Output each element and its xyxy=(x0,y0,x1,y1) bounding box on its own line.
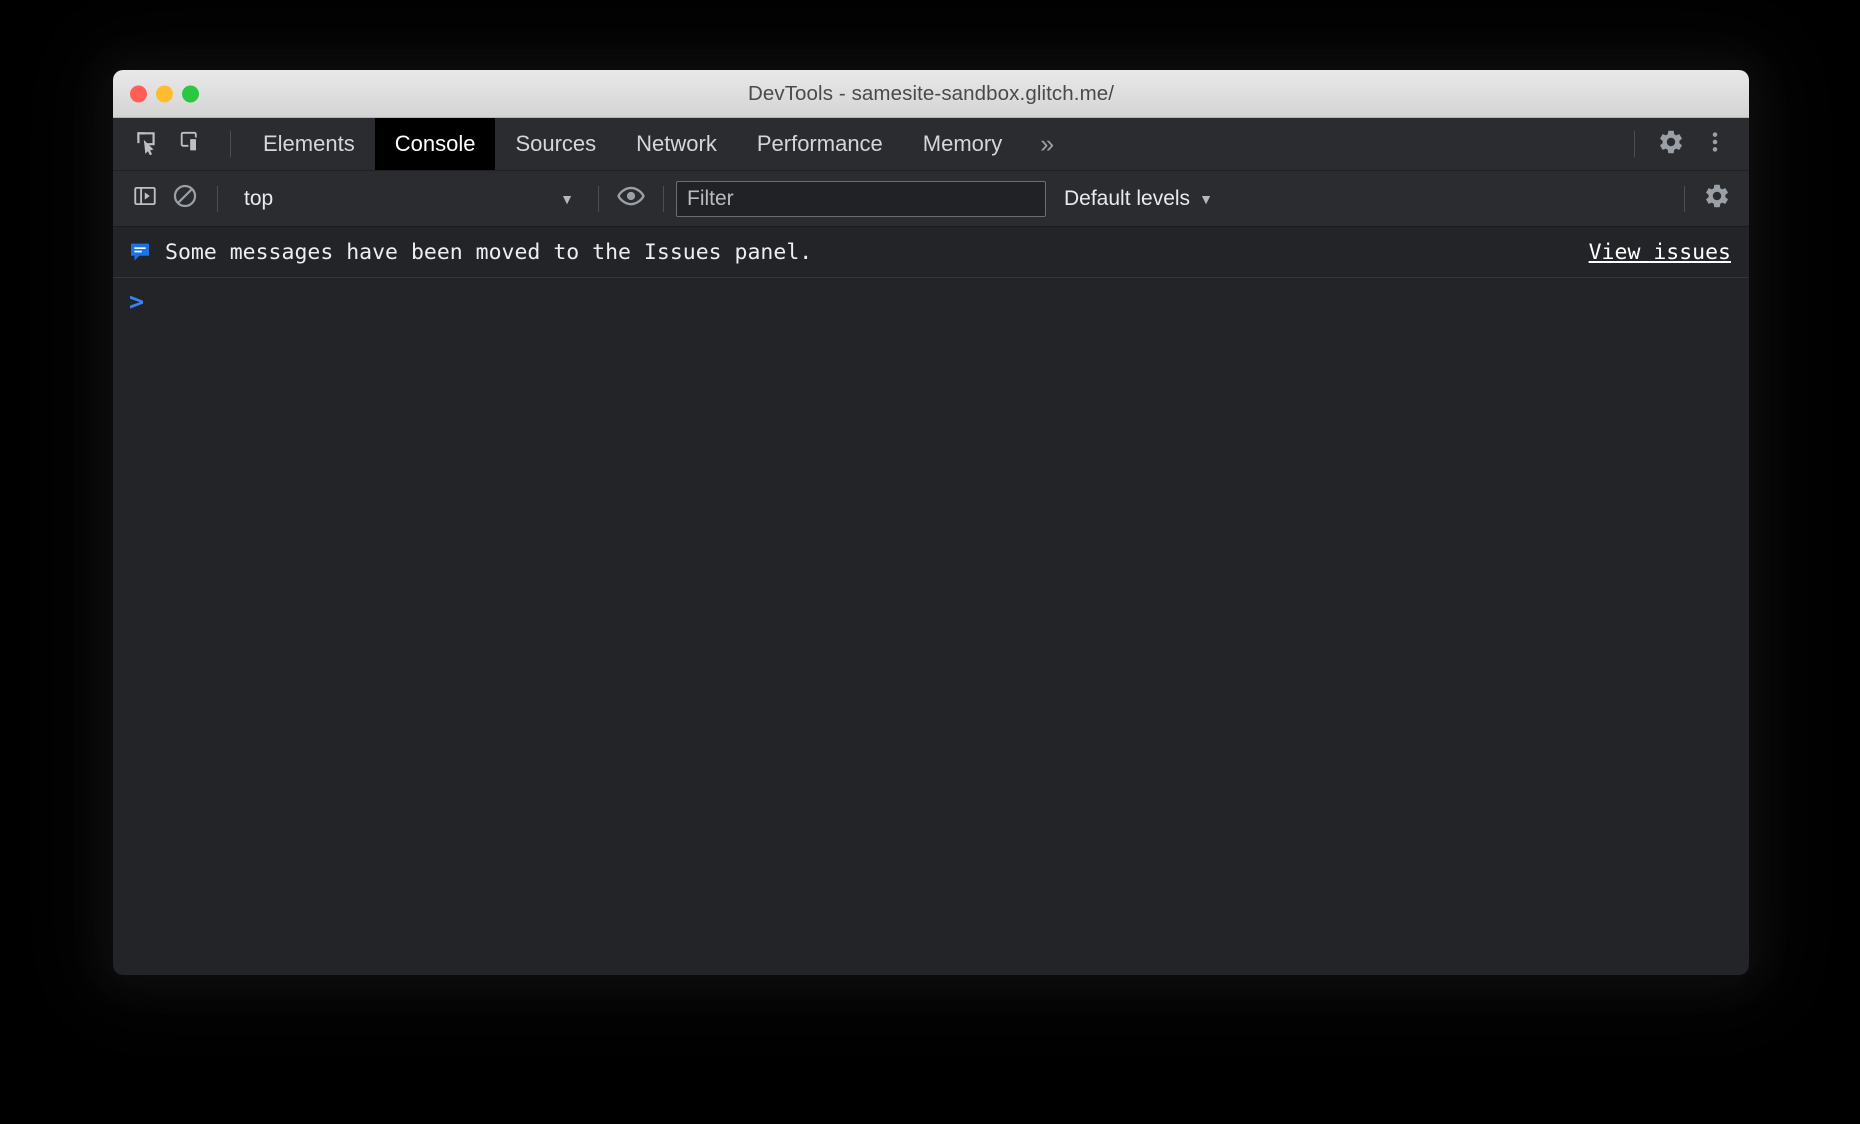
tab-memory[interactable]: Memory xyxy=(903,118,1022,170)
tabstrip-right-icons xyxy=(1622,118,1749,170)
issue-message-icon xyxy=(127,239,153,265)
console-filter-input[interactable] xyxy=(676,181,1046,217)
console-filter-toolbar: top ▼ Default levels ▼ xyxy=(113,171,1749,227)
settings-gear-icon xyxy=(1703,182,1731,215)
zoom-window-button[interactable] xyxy=(182,85,199,102)
prompt-caret-icon: > xyxy=(129,289,144,314)
execution-context-value: top xyxy=(244,187,273,211)
devtools-more-options-button[interactable] xyxy=(1695,124,1735,164)
console-sidebar-toggle-button[interactable] xyxy=(125,179,165,219)
log-level-select[interactable]: Default levels ▼ xyxy=(1064,187,1213,211)
tab-elements[interactable]: Elements xyxy=(243,118,375,170)
more-tabs-chevron-icon[interactable]: » xyxy=(1022,118,1072,170)
inspect-element-icon xyxy=(133,129,159,160)
tabstrip-divider xyxy=(230,131,231,157)
window-titlebar: DevTools - samesite-sandbox.glitch.me/ xyxy=(113,70,1749,118)
view-issues-link[interactable]: View issues xyxy=(1589,240,1731,265)
live-expression-button[interactable] xyxy=(611,179,651,219)
tab-sources[interactable]: Sources xyxy=(495,118,616,170)
console-settings-button[interactable] xyxy=(1697,179,1737,219)
tabstrip-right-divider xyxy=(1634,131,1635,157)
tabstrip-left-icons xyxy=(113,118,243,170)
filterbar-divider-3 xyxy=(663,186,664,212)
more-options-kebab-icon xyxy=(1702,129,1728,160)
console-message-text: Some messages have been moved to the Iss… xyxy=(165,240,812,265)
chevron-down-icon: ▼ xyxy=(560,192,574,206)
devtools-settings-button[interactable] xyxy=(1651,124,1691,164)
chevron-down-icon: ▼ xyxy=(1199,192,1213,206)
panel-tabs: Elements Console Sources Network Perform… xyxy=(243,118,1622,170)
filterbar-divider-1 xyxy=(217,186,218,212)
console-message-row[interactable]: Some messages have been moved to the Iss… xyxy=(113,227,1749,278)
sidebar-panel-icon xyxy=(132,183,158,214)
filterbar-divider-2 xyxy=(598,186,599,212)
inspect-element-button[interactable] xyxy=(126,124,166,164)
console-message-area: Some messages have been moved to the Iss… xyxy=(113,227,1749,975)
console-prompt-row[interactable]: > xyxy=(113,278,1749,324)
device-toolbar-button[interactable] xyxy=(172,124,212,164)
clear-console-button[interactable] xyxy=(165,179,205,219)
devtools-tabstrip: Elements Console Sources Network Perform… xyxy=(113,118,1749,171)
minimize-window-button[interactable] xyxy=(156,85,173,102)
console-empty-space xyxy=(113,324,1749,975)
screenshot-root: DevTools - samesite-sandbox.glitch.me/ xyxy=(0,0,1860,1124)
eye-icon xyxy=(616,181,646,216)
tab-console[interactable]: Console xyxy=(375,118,496,170)
execution-context-select[interactable]: top ▼ xyxy=(230,182,586,216)
filterbar-divider-4 xyxy=(1684,186,1685,212)
traffic-light-group xyxy=(130,85,199,102)
device-toolbar-icon xyxy=(179,129,205,160)
log-level-value: Default levels xyxy=(1064,187,1190,211)
tab-performance[interactable]: Performance xyxy=(737,118,903,170)
devtools-window: DevTools - samesite-sandbox.glitch.me/ xyxy=(113,70,1749,975)
tab-network[interactable]: Network xyxy=(616,118,737,170)
clear-console-icon xyxy=(171,182,199,215)
settings-gear-icon xyxy=(1657,128,1685,161)
close-window-button[interactable] xyxy=(130,85,147,102)
window-title: DevTools - samesite-sandbox.glitch.me/ xyxy=(113,82,1749,106)
